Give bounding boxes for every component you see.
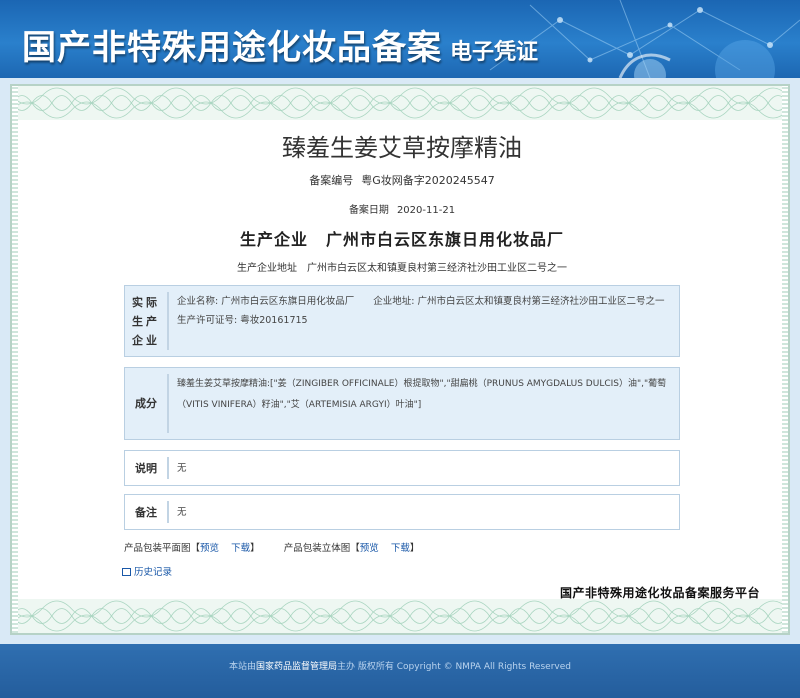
product-name: 臻羞生姜艾草按摩精油 [282,134,522,162]
ingredients-box: 成分 臻羞生姜艾草按摩精油:["姜（ZINGIBER OFFICINALE）根提… [124,367,680,440]
guilloche-border-top [12,86,788,120]
banner-title-sub: 电子凭证 [450,39,539,65]
packaging-flat-close: 】 [250,543,260,554]
footer-suffix: 主办 版权所有 Copyright © NMPA All Rights Rese… [337,662,571,672]
description-box: 说明 无 [124,450,680,486]
producer-label: 生产企业 [239,230,308,249]
registration-number-label: 备案编号 [309,174,354,187]
registration-number-row: 备案编号 粤G妆网备字2020245547 [12,172,788,188]
packaging-flat-preview-link[interactable]: 预览 [200,543,219,554]
certificate-panel: 臻羞生姜艾草按摩精油 备案编号 粤G妆网备字2020245547 备案日期 2020… [10,84,790,635]
banner-title-main: 国产非特殊用途化妆品备案 [22,28,442,68]
history-link[interactable]: 历史记录 [122,564,172,578]
producer-address-label: 生产企业地址 [237,263,297,274]
producer-row: 生产企业 广州市白云区东旗日用化妆品厂 [12,226,788,250]
registration-date-value: 2020-11-21 [396,205,456,216]
registration-date-label: 备案日期 [348,205,389,216]
packaging-flat-download-link[interactable]: 下载 [231,543,250,554]
ingredients-label: 成分 [125,374,169,433]
remark-content: 无 [177,506,187,518]
history-icon [122,568,131,576]
packaging-solid-label: 产品包装立体图【 [283,543,360,554]
guilloche-border-left [12,86,18,633]
platform-name: 国产非特殊用途化妆品备案服务平台 [559,586,760,600]
actual-enterprise-content: 企业名称: 广州市白云区东旗日用化妆品厂 企业地址: 广州市白云区太和镇夏良村第… [177,296,684,326]
guilloche-border-right [782,86,788,633]
packaging-solid-download-link[interactable]: 下载 [391,543,410,554]
actual-enterprise-label-line: 企业 [132,333,160,347]
description-content: 无 [177,462,187,474]
actual-enterprise-box: 实际 生产 企业 企业名称: 广州市白云区东旗日用化妆品厂 企业地址: 广州市白… [124,285,684,357]
site-footer: 本站由国家药品监督管理局主办 版权所有 Copyright © NMPA All… [0,644,800,698]
actual-enterprise-label-line: 实际 [132,295,160,309]
registration-number-value: 粤G妆网备字2020245547 [361,174,495,187]
actual-enterprise-label: 实际 生产 企业 [125,292,169,350]
footer-prefix: 本站由 [229,662,257,672]
packaging-flat-label: 产品包装平面图【 [124,543,201,554]
header-banner: 国产非特殊用途化妆品备案 电子凭证 [0,0,800,78]
guilloche-border-bottom [12,599,788,633]
banner-title: 国产非特殊用途化妆品备案 电子凭证 [22,20,538,69]
description-label: 说明 [125,457,169,479]
packaging-solid-preview-link[interactable]: 预览 [360,543,379,554]
footer-org: 国家药品监督管理局 [256,662,338,672]
remark-label: 备注 [125,501,169,523]
remark-box: 备注 无 [124,494,680,530]
producer-value: 广州市白云区东旗日用化妆品厂 [326,230,565,249]
producer-address-row: 生产企业地址 广州市白云区太和镇夏良村第三经济社沙田工业区二号之一 [12,259,788,274]
ingredients-content: 臻羞生姜艾草按摩精油:["姜（ZINGIBER OFFICINALE）根提取物"… [177,379,667,410]
producer-address-value: 广州市白云区太和镇夏良村第三经济社沙田工业区二号之一 [307,263,567,274]
registration-date-row: 备案日期 2020-11-21 [12,201,788,216]
footer-spacer [0,636,800,644]
actual-enterprise-label-line: 生产 [132,314,160,328]
packaging-links: 产品包装平面图【预览 下载】 产品包装立体图【预览 下载】 [124,540,419,554]
packaging-solid-close: 】 [409,543,420,554]
history-link-label[interactable]: 历史记录 [134,567,172,578]
